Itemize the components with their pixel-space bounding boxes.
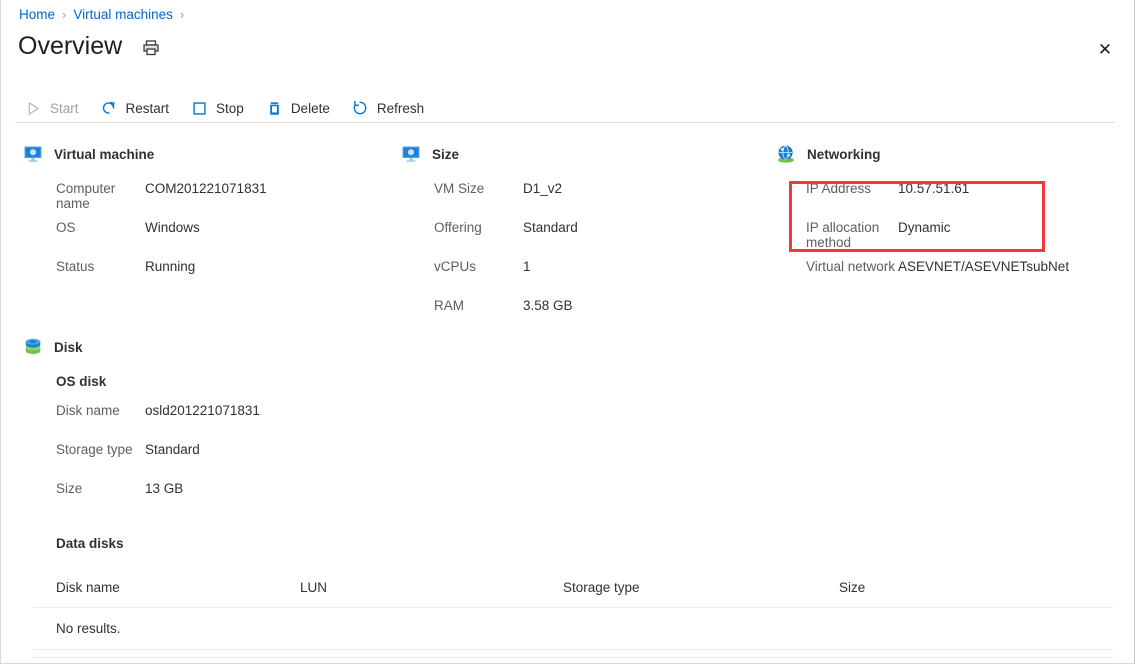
stop-button[interactable]: Stop xyxy=(191,100,244,117)
start-button-label: Start xyxy=(50,100,79,116)
row-vcpus: vCPUs 1 xyxy=(401,259,771,298)
os-disk-subtitle: OS disk xyxy=(56,374,107,389)
data-disks-table: Disk name LUN Storage type Size No resul… xyxy=(33,580,1113,650)
restart-button[interactable]: Restart xyxy=(101,100,170,117)
value-vm-size: D1_v2 xyxy=(523,181,563,196)
label-status: Status xyxy=(56,259,95,274)
refresh-button[interactable]: Refresh xyxy=(352,100,424,117)
stop-icon xyxy=(191,100,208,117)
value-disk-name: osld201221071831 xyxy=(145,403,260,418)
row-vm-size: VM Size D1_v2 xyxy=(401,181,771,220)
vm-monitor-icon xyxy=(23,144,43,164)
networking-header: Networking xyxy=(776,143,1131,165)
value-disk-size: 13 GB xyxy=(145,481,184,496)
restart-button-label: Restart xyxy=(125,100,170,116)
title-row: Overview xyxy=(18,30,162,62)
section-size: Size VM Size D1_v2 Offering Standard vCP… xyxy=(401,143,771,337)
close-icon[interactable]: ✕ xyxy=(1092,36,1118,62)
disk-header: Disk xyxy=(23,336,1113,358)
value-vcpus: 1 xyxy=(523,259,531,274)
label-storage-type: Storage type xyxy=(56,442,133,457)
virtual-machine-title: Virtual machine xyxy=(54,146,155,162)
label-vcpus: vCPUs xyxy=(434,259,477,274)
value-storage-type: Standard xyxy=(145,442,200,457)
printer-icon[interactable] xyxy=(140,37,162,59)
value-status: Running xyxy=(145,259,196,274)
breadcrumb-item-virtual-machines[interactable]: Virtual machines xyxy=(73,7,173,23)
label-vm-size: VM Size xyxy=(434,181,485,196)
row-storage-type: Storage type Standard xyxy=(23,442,1113,481)
label-computer-name: Computer name xyxy=(56,181,116,211)
label-os: OS xyxy=(56,220,76,235)
row-ip-address: IP Address 10.57.51.61 xyxy=(776,181,1131,220)
table-footer-divider xyxy=(33,657,1113,658)
table-row-empty: No results. xyxy=(33,608,1113,650)
data-disks-subtitle: Data disks xyxy=(56,536,124,551)
value-ip-allocation-method: Dynamic xyxy=(898,220,951,235)
refresh-icon xyxy=(352,100,369,117)
disk-stack-icon xyxy=(23,337,43,357)
section-virtual-machine: Virtual machine Computer name COM2012210… xyxy=(23,143,393,298)
refresh-button-label: Refresh xyxy=(376,100,425,116)
value-ram: 3.58 GB xyxy=(523,298,573,313)
network-globe-icon xyxy=(776,144,796,164)
section-networking: Networking IP Address 10.57.51.61 IP all… xyxy=(776,143,1131,298)
row-status: Status Running xyxy=(23,259,393,298)
breadcrumb: Home › Virtual machines › xyxy=(19,7,191,23)
size-header: Size xyxy=(401,143,771,165)
label-ip-allocation-method: IP allocation method xyxy=(806,220,880,250)
delete-button[interactable]: Delete xyxy=(266,100,330,117)
command-toolbar: Start Restart Stop Delete Refresh xyxy=(25,94,446,122)
vm-monitor-icon xyxy=(401,144,421,164)
stop-button-label: Stop xyxy=(216,100,244,116)
delete-button-label: Delete xyxy=(290,100,330,116)
label-virtual-network: Virtual network xyxy=(806,259,896,274)
trash-icon xyxy=(266,100,283,117)
column-header-lun[interactable]: LUN xyxy=(300,580,563,595)
row-offering: Offering Standard xyxy=(401,220,771,259)
page-title: Overview xyxy=(18,32,123,60)
row-disk-size: Size 13 GB xyxy=(23,481,1113,520)
play-icon xyxy=(25,100,42,117)
value-virtual-network: ASEVNET/ASEVNETsubNet xyxy=(898,259,1070,274)
column-header-size[interactable]: Size xyxy=(839,580,1019,595)
label-ip-address: IP Address xyxy=(806,181,872,196)
column-header-disk-name[interactable]: Disk name xyxy=(33,580,300,595)
row-ip-allocation-method: IP allocation method Dynamic xyxy=(776,220,1131,259)
networking-title: Networking xyxy=(807,146,881,162)
column-header-storage-type[interactable]: Storage type xyxy=(563,580,839,595)
overview-blade: Home › Virtual machines › Overview ✕ Sta… xyxy=(0,0,1135,664)
chevron-right-icon: › xyxy=(62,7,67,22)
toolbar-divider xyxy=(15,122,1115,123)
value-os: Windows xyxy=(145,220,200,235)
label-disk-size: Size xyxy=(56,481,83,496)
row-disk-name: Disk name osld201221071831 xyxy=(23,403,1113,442)
label-disk-name: Disk name xyxy=(56,403,120,418)
virtual-machine-header: Virtual machine xyxy=(23,143,393,165)
row-os: OS Windows xyxy=(23,220,393,259)
label-ram: RAM xyxy=(434,298,464,313)
restart-icon xyxy=(101,100,118,117)
value-offering: Standard xyxy=(523,220,578,235)
breadcrumb-item-home[interactable]: Home xyxy=(19,7,55,23)
table-header-row: Disk name LUN Storage type Size xyxy=(33,580,1113,608)
row-computer-name: Computer name COM201221071831 xyxy=(23,181,393,220)
label-offering: Offering xyxy=(434,220,482,235)
row-virtual-network: Virtual network ASEVNET/ASEVNETsubNet xyxy=(776,259,1131,298)
empty-state-text: No results. xyxy=(56,621,121,636)
row-ram: RAM 3.58 GB xyxy=(401,298,771,337)
value-ip-address: 10.57.51.61 xyxy=(898,181,970,196)
chevron-right-icon-2: › xyxy=(179,7,185,22)
size-title: Size xyxy=(432,146,460,162)
section-disk: Disk OS disk Disk name osld201221071831 … xyxy=(23,336,1113,565)
value-computer-name: COM201221071831 xyxy=(145,181,267,196)
start-button[interactable]: Start xyxy=(25,100,79,117)
disk-title: Disk xyxy=(54,339,83,355)
